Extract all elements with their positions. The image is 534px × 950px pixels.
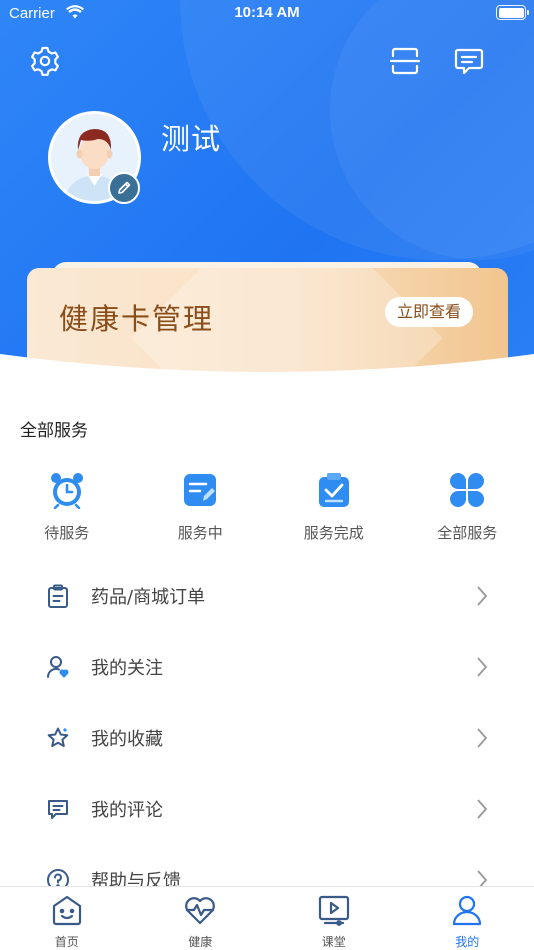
alarm-clock-icon [47,470,87,510]
user-name: 测试 [161,122,222,156]
four-leaf-grid-icon [447,470,487,510]
pencil-icon [118,181,131,194]
service-label: 服务完成 [303,524,364,542]
message-button[interactable] [452,44,486,78]
edit-profile-button[interactable] [108,172,140,204]
scan-icon [389,47,421,75]
menu-item-orders[interactable]: 药品/商城订单 [0,560,534,631]
tab-label: 我的 [455,935,480,949]
heart-pulse-icon [182,892,218,928]
tab-label: 课堂 [321,935,346,949]
service-in-progress[interactable]: 服务中 [134,470,268,550]
chat-icon [454,48,484,75]
header-curve [0,354,534,410]
service-grid: 待服务 服务中 服务完成 全部服务 [0,470,534,550]
service-label: 服务中 [177,524,223,542]
view-now-button[interactable]: 立即查看 [385,297,474,327]
menu-list: 药品/商城订单 我的关注 我的收藏 我的评论 帮助与反馈 [0,560,534,915]
scan-button[interactable] [388,44,422,78]
menu-item-comments[interactable]: 我的评论 [0,773,534,844]
settings-button[interactable] [28,44,62,78]
service-label: 全部服务 [437,524,498,542]
menu-label: 药品/商城订单 [91,586,206,608]
user-heart-icon [46,655,70,679]
battery-icon [496,5,529,20]
services-title: 全部服务 [20,421,88,441]
service-pending[interactable]: 待服务 [0,470,134,550]
menu-label: 我的收藏 [91,728,163,750]
tab-bar: 首页 健康 课堂 我的 [0,886,534,950]
home-face-icon [49,892,85,928]
tab-health[interactable]: 健康 [134,887,268,950]
menu-label: 我的评论 [91,799,163,821]
clipboard-icon [46,584,70,608]
comment-icon [46,797,70,821]
gear-icon [31,46,59,76]
star-icon [46,726,70,750]
service-all[interactable]: 全部服务 [401,470,534,550]
menu-item-following[interactable]: 我的关注 [0,631,534,702]
service-label: 待服务 [44,524,90,542]
chevron-right-icon [474,655,490,679]
service-completed[interactable]: 服务完成 [267,470,401,550]
status-bar: Carrier 10:14 AM [0,0,534,28]
tab-home[interactable]: 首页 [0,887,134,950]
tab-mine[interactable]: 我的 [401,887,534,950]
clock: 10:14 AM [234,4,300,21]
menu-item-favorites[interactable]: 我的收藏 [0,702,534,773]
chevron-right-icon [474,584,490,608]
document-edit-icon [180,470,220,510]
tab-label: 健康 [188,935,213,949]
chevron-right-icon [474,797,490,821]
clipboard-check-icon [314,470,354,510]
tab-label: 首页 [54,935,79,949]
video-class-icon [316,892,352,928]
tab-classroom[interactable]: 课堂 [267,887,401,950]
menu-label: 我的关注 [91,657,163,679]
user-icon [449,892,485,928]
chevron-right-icon [474,726,490,750]
